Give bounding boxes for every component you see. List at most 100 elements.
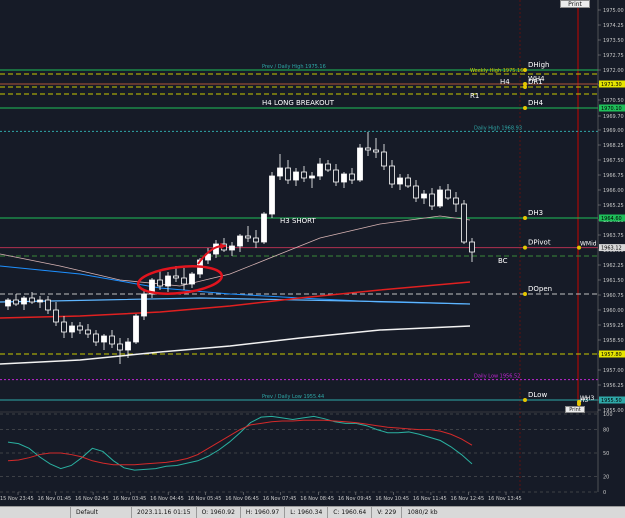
candle-body (85, 329, 91, 335)
price-tick-label: 1963.75 (603, 233, 624, 239)
candle-body (133, 315, 139, 343)
candle-body (45, 299, 51, 311)
level-label-dhigh: Prev / Daily High 1975.16 (262, 64, 326, 70)
candle-body (285, 167, 291, 181)
price-tick-label: 1958.50 (603, 338, 624, 344)
price-tick-label: 1975.00 (603, 8, 624, 14)
level-marker-dlow (523, 398, 527, 402)
time-tick-label: 16 Nov 02:45 (75, 496, 109, 502)
time-tick-label: 16 Nov 13:45 (488, 496, 522, 502)
candle-body (309, 175, 315, 179)
candle-body (405, 177, 411, 187)
price-tick-label: 1956.25 (603, 383, 624, 389)
candle-body (349, 173, 355, 181)
price-tick-label: 1960.00 (603, 308, 624, 314)
time-tick-label: 16 Nov 10:45 (375, 496, 409, 502)
candle-body (445, 189, 451, 199)
right-marker-label: WMid (580, 241, 597, 248)
time-tick-label: 16 Nov 05:45 (188, 496, 222, 502)
price-tick-label: 1966.00 (603, 188, 624, 194)
status-profile[interactable]: Default (71, 507, 132, 518)
status-close: C: 1960.64 (328, 507, 373, 518)
price-tick-label: 1973.50 (603, 38, 624, 44)
candle-body (269, 175, 275, 215)
osc-level-label: 80 (603, 428, 609, 434)
level-label-dr1: H4 (500, 78, 510, 86)
status-datetime: 2023.11.16 01:15 (132, 507, 197, 518)
candle-body (173, 275, 179, 279)
level-tag-dlow: DLow (528, 391, 547, 399)
candle-body (29, 297, 35, 303)
time-tick-label: 16 Nov 11:45 (413, 496, 447, 502)
candle-body (341, 173, 347, 183)
candle-body (293, 171, 299, 181)
osc-level-label: 100 (603, 412, 613, 418)
level-tag-dh4: DH4 (528, 99, 544, 107)
time-tick-label: 16 Nov 12:45 (450, 496, 484, 502)
candle-body (69, 325, 75, 333)
price-chart[interactable]: Prev / Daily High 1975.16 DHigh Weekly Hig… (0, 0, 625, 506)
print-button-secondary[interactable]: Print (565, 406, 585, 413)
price-tick-label: 1974.25 (603, 23, 624, 29)
candle-body (277, 167, 283, 177)
level-tag-dhigh: DHigh (528, 61, 549, 69)
candle-body (365, 147, 371, 151)
time-tick-label: 16 Nov 08:45 (300, 496, 334, 502)
candle-body (261, 213, 267, 243)
candle-body (325, 163, 331, 171)
time-tick-label: 15 Nov 23:45 (0, 496, 34, 502)
price-tick-label: 1962.25 (603, 263, 624, 269)
candle-body (189, 273, 195, 285)
price-tick-label: 1960.75 (603, 293, 624, 299)
candle-body (229, 245, 235, 251)
level-marker-dh3 (523, 216, 527, 220)
candle-body (61, 321, 67, 333)
time-tick-label: 16 Nov 01:45 (38, 496, 72, 502)
price-tick-label: 1970.50 (603, 98, 624, 104)
candle-body (109, 335, 115, 345)
status-volume: V: 229 (372, 507, 403, 518)
price-tick-label: 1957.00 (603, 368, 624, 374)
status-traffic: 1080/2 kb (407, 509, 438, 516)
price-tick-label: 1961.50 (603, 278, 624, 284)
candle-body (5, 299, 11, 307)
candle-body (37, 299, 43, 303)
candle-body (245, 235, 251, 239)
candle-body (165, 275, 171, 287)
candle-body (381, 151, 387, 167)
price-tick-label: 1966.75 (603, 173, 624, 179)
right-marker-label: H3 (580, 397, 589, 404)
osc-level-label: 50 (603, 451, 609, 457)
candle-body (125, 341, 131, 351)
price-tick-label: 1969.70 (603, 114, 624, 120)
status-open: O: 1960.92 (197, 507, 241, 518)
candle-body (357, 147, 363, 181)
candle-body (13, 299, 19, 305)
level-label-dlow: Prev / Daily Low 1955.44 (262, 394, 324, 400)
price-tick-label: 1968.25 (603, 143, 624, 149)
candle-body (413, 185, 419, 199)
candle-body (317, 163, 323, 177)
candle-body (333, 169, 339, 183)
level-marker-dopen (523, 292, 527, 296)
price-highlight-label: 1971.30 (601, 82, 622, 88)
level-label-dh4: H4 LONG BREAKOUT (262, 99, 335, 107)
candle-body (389, 165, 395, 185)
candle-body (373, 149, 379, 153)
level-tag-dpivot: DPivot (528, 239, 551, 247)
price-tick-label: 1972.00 (603, 68, 624, 74)
time-tick-label: 16 Nov 07:45 (263, 496, 297, 502)
print-button[interactable]: Print (560, 0, 590, 8)
level-marker-dpivot (523, 245, 527, 250)
level-tag-dopen: DOpen (528, 285, 552, 293)
level-label-bc: BC (498, 257, 508, 265)
chart-window[interactable]: Prev / Daily High 1975.16 DHigh Weekly Hig… (0, 0, 625, 517)
candle-body (157, 279, 163, 287)
level-label-weekly-high: Weekly High 1975.16 (470, 68, 523, 74)
status-high: H: 1960.97 (241, 507, 286, 518)
candle-body (101, 335, 107, 343)
level-marker-dhigh (523, 68, 527, 72)
candle-body (397, 177, 403, 185)
price-highlight-label: 1957.80 (601, 352, 622, 358)
time-tick-label: 16 Nov 06:45 (225, 496, 259, 502)
